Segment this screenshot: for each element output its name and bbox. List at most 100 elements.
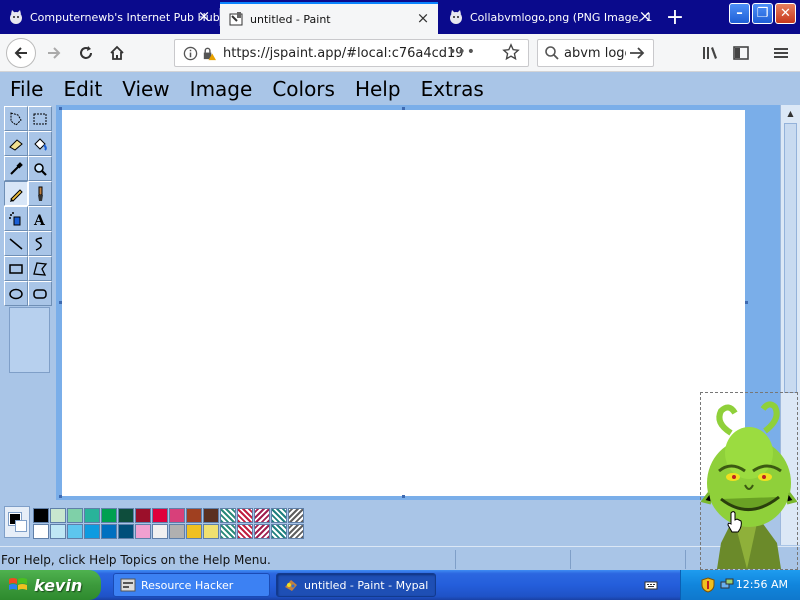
palette-swatch[interactable] [203, 524, 219, 539]
background-color-swatch[interactable] [15, 520, 27, 532]
palette-swatch[interactable] [254, 524, 270, 539]
tool-magnifier[interactable] [28, 156, 52, 181]
url-bar[interactable]: https://jspaint.app/#local:c76a4cd19 ••• [174, 39, 529, 67]
tab-computernewb-pub-hub[interactable]: Computernewb's Internet Pub Hub × [0, 2, 219, 32]
menu-edit[interactable]: Edit [53, 77, 112, 101]
drawing-canvas[interactable] [62, 110, 745, 496]
tool-line[interactable] [4, 231, 28, 256]
menu-view[interactable]: View [112, 77, 179, 101]
maximize-button[interactable]: ❐ [752, 3, 773, 24]
network-icon[interactable] [719, 577, 735, 593]
palette-swatch[interactable] [84, 524, 100, 539]
tab-untitled-paint[interactable]: untitled - Paint × [220, 2, 438, 34]
tool-airbrush[interactable] [4, 206, 28, 231]
resize-handle-bottom[interactable] [402, 495, 405, 498]
scrollbar-thumb[interactable] [784, 123, 797, 393]
tool-ellipse[interactable] [4, 281, 28, 306]
keyboard-language-icon[interactable] [644, 578, 658, 592]
palette-swatch[interactable] [271, 508, 287, 523]
tool-rectangle-select[interactable] [28, 106, 52, 131]
palette-swatch[interactable] [254, 508, 270, 523]
rectangle-icon [9, 263, 23, 274]
palette-swatch[interactable] [237, 508, 253, 523]
security-shield-icon[interactable] [701, 577, 715, 593]
url-text[interactable]: https://jspaint.app/#local:c76a4cd19 [223, 46, 463, 61]
palette-swatch[interactable] [220, 508, 236, 523]
tool-eraser[interactable] [4, 131, 28, 156]
tool-brush[interactable] [28, 181, 52, 206]
palette-swatch[interactable] [33, 508, 49, 523]
tool-rectangle[interactable] [4, 256, 28, 281]
palette-swatch[interactable] [220, 524, 236, 539]
resize-handle-bottom-left [59, 495, 62, 498]
tool-polygon[interactable] [28, 256, 52, 281]
tool-pencil[interactable] [4, 181, 28, 206]
palette-swatch[interactable] [237, 524, 253, 539]
sidebar-icon[interactable] [731, 43, 751, 63]
palette-swatch[interactable] [169, 524, 185, 539]
palette-swatch[interactable] [169, 508, 185, 523]
scroll-up-arrow-icon[interactable]: ▲ [784, 107, 797, 119]
palette-swatch[interactable] [271, 524, 287, 539]
palette-swatch[interactable] [152, 508, 168, 523]
palette-swatch[interactable] [101, 524, 117, 539]
palette-swatch[interactable] [288, 524, 304, 539]
palette-swatch[interactable] [186, 508, 202, 523]
start-button[interactable]: kevin [0, 570, 101, 600]
search-bar[interactable]: abvm logo [537, 39, 654, 67]
info-icon[interactable] [181, 44, 199, 62]
tab-collabvmlogo-png[interactable]: Collabvmlogo.png (PNG Image, 1 × [440, 2, 660, 32]
palette-swatch[interactable] [67, 524, 83, 539]
tool-options-box[interactable] [9, 307, 50, 373]
menu-extras[interactable]: Extras [411, 77, 494, 101]
search-go-icon[interactable] [628, 45, 646, 61]
library-icon[interactable] [700, 43, 720, 63]
tool-pick-color[interactable] [4, 156, 28, 181]
forward-button[interactable] [40, 39, 68, 67]
palette-swatch[interactable] [67, 508, 83, 523]
lock-warning-icon[interactable] [199, 44, 217, 62]
palette-swatch[interactable] [50, 524, 66, 539]
palette-swatch[interactable] [203, 508, 219, 523]
minimize-button[interactable]: – [729, 3, 750, 24]
close-window-button[interactable]: ✕ [775, 3, 796, 24]
palette-swatch[interactable] [84, 508, 100, 523]
palette-swatch[interactable] [152, 524, 168, 539]
close-tab-icon[interactable]: × [638, 7, 652, 25]
palette-swatch[interactable] [186, 524, 202, 539]
menu-file[interactable]: File [0, 77, 53, 101]
menu-help[interactable]: Help [345, 77, 411, 101]
palette-swatch[interactable] [118, 524, 134, 539]
resize-handle-right[interactable] [745, 301, 748, 304]
current-colors[interactable] [4, 506, 30, 538]
palette-swatch[interactable] [33, 524, 49, 539]
tool-text[interactable]: A [28, 206, 52, 231]
menu-image[interactable]: Image [180, 77, 263, 101]
hamburger-menu-icon[interactable] [771, 43, 791, 63]
palette-swatch[interactable] [101, 508, 117, 523]
page-actions-icon[interactable]: ••• [448, 44, 476, 60]
home-button[interactable] [103, 39, 131, 67]
tool-curve[interactable] [28, 231, 52, 256]
browser-tab-strip: Computernewb's Internet Pub Hub × untitl… [0, 0, 800, 34]
close-tab-icon[interactable]: × [197, 7, 211, 25]
search-input[interactable]: abvm logo [564, 46, 626, 61]
taskbar-item-resource-hacker[interactable]: Resource Hacker [113, 573, 270, 597]
palette-swatch[interactable] [50, 508, 66, 523]
tool-fill-with-color[interactable] [28, 131, 52, 156]
bookmark-star-icon[interactable] [502, 43, 520, 65]
reload-button[interactable] [72, 39, 100, 67]
back-button[interactable] [6, 38, 36, 68]
menu-colors[interactable]: Colors [262, 77, 345, 101]
palette-swatch[interactable] [135, 508, 151, 523]
tool-free-form-select[interactable] [4, 106, 28, 131]
palette-swatch[interactable] [118, 508, 134, 523]
tool-rounded-rectangle[interactable] [28, 281, 52, 306]
new-tab-button[interactable]: + [662, 4, 688, 30]
taskbar-item-paint-mypal[interactable]: untitled - Paint - Mypal [276, 573, 436, 597]
clock[interactable]: 12:56 AM [736, 578, 788, 591]
palette-swatch[interactable] [288, 508, 304, 523]
close-tab-icon[interactable]: × [416, 9, 430, 27]
grinch-image[interactable] [700, 392, 798, 570]
palette-swatch[interactable] [135, 524, 151, 539]
